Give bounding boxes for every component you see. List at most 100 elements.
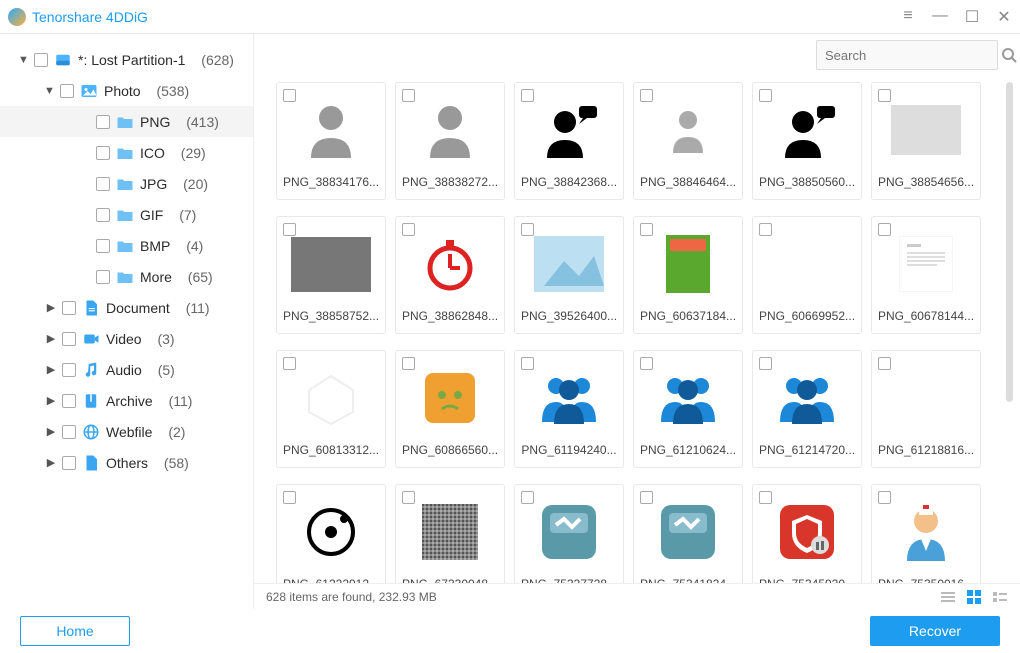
checkbox[interactable] (640, 223, 653, 236)
checkbox[interactable] (62, 425, 76, 439)
tree-category[interactable]: ▶Audio (5) (0, 354, 253, 385)
checkbox[interactable] (759, 223, 772, 236)
tree-category[interactable]: ▶Video (3) (0, 323, 253, 354)
maximize-icon[interactable]: ☐ (964, 7, 980, 27)
tree-category[interactable]: ▶Document (11) (0, 292, 253, 323)
checkbox[interactable] (283, 89, 296, 102)
detail-view-icon[interactable] (992, 589, 1008, 605)
file-tile[interactable]: PNG_60669952... (752, 216, 862, 334)
home-button[interactable]: Home (20, 616, 130, 646)
file-tile[interactable]: PNG_61222912... (276, 484, 386, 583)
checkbox[interactable] (521, 89, 534, 102)
file-tile[interactable]: PNG_60637184... (633, 216, 743, 334)
checkbox[interactable] (96, 146, 110, 160)
chevron-down-icon[interactable]: ▼ (44, 85, 54, 97)
scrollbar[interactable] (1006, 82, 1013, 402)
recover-button[interactable]: Recover (870, 616, 1000, 646)
file-tile[interactable]: PNG_39526400... (514, 216, 624, 334)
tree-category[interactable]: ▶Archive (11) (0, 385, 253, 416)
tree-root[interactable]: ▼*: Lost Partition-1 (628) (0, 44, 253, 75)
file-tile[interactable]: PNG_75345920... (752, 484, 862, 583)
checkbox[interactable] (521, 491, 534, 504)
checkbox[interactable] (96, 270, 110, 284)
tree-category[interactable]: ▶Others (58) (0, 447, 253, 478)
file-tile[interactable]: PNG_75337728... (514, 484, 624, 583)
close-icon[interactable]: ✕ (996, 7, 1012, 27)
checkbox[interactable] (402, 89, 415, 102)
file-tile[interactable]: PNG_61210624... (633, 350, 743, 468)
checkbox[interactable] (521, 357, 534, 370)
tree-category[interactable]: ▶Webfile (2) (0, 416, 253, 447)
file-tile[interactable]: PNG_60813312... (276, 350, 386, 468)
chevron-right-icon[interactable]: ▶ (46, 332, 56, 345)
checkbox[interactable] (402, 491, 415, 504)
checkbox[interactable] (759, 89, 772, 102)
checkbox[interactable] (283, 491, 296, 504)
file-tile[interactable]: PNG_38842368... (514, 82, 624, 200)
tree-filetype[interactable]: PNG (413) (0, 106, 253, 137)
tree-filetype[interactable]: ICO (29) (0, 137, 253, 168)
checkbox[interactable] (62, 394, 76, 408)
checkbox[interactable] (96, 239, 110, 253)
checkbox[interactable] (521, 223, 534, 236)
tree-filetype[interactable]: JPG (20) (0, 168, 253, 199)
file-tile[interactable]: PNG_75350016... (871, 484, 981, 583)
file-tile[interactable]: PNG_38858752... (276, 216, 386, 334)
menu-icon[interactable]: ≡ (900, 7, 916, 27)
file-name: PNG_38858752... (277, 309, 385, 323)
file-tile[interactable]: PNG_61218816... (871, 350, 981, 468)
checkbox[interactable] (96, 115, 110, 129)
grid-view-icon[interactable] (966, 589, 982, 605)
checkbox[interactable] (283, 357, 296, 370)
checkbox[interactable] (96, 208, 110, 222)
tree-photo[interactable]: ▼Photo (538) (0, 75, 253, 106)
file-tile[interactable]: PNG_38862848... (395, 216, 505, 334)
checkbox[interactable] (62, 301, 76, 315)
tree-count: (4) (186, 238, 203, 254)
tree-filetype[interactable]: BMP (4) (0, 230, 253, 261)
minimize-icon[interactable]: — (932, 7, 948, 27)
checkbox[interactable] (60, 84, 74, 98)
tree-filetype[interactable]: More (65) (0, 261, 253, 292)
checkbox[interactable] (283, 223, 296, 236)
file-tile[interactable]: PNG_60866560... (395, 350, 505, 468)
file-tile[interactable]: PNG_61214720... (752, 350, 862, 468)
checkbox[interactable] (759, 491, 772, 504)
chevron-right-icon[interactable]: ▶ (46, 301, 56, 314)
chevron-right-icon[interactable]: ▶ (46, 394, 56, 407)
file-tile[interactable]: PNG_75341824... (633, 484, 743, 583)
file-tile[interactable]: PNG_38838272... (395, 82, 505, 200)
checkbox[interactable] (640, 357, 653, 370)
checkbox[interactable] (878, 357, 891, 370)
list-view-icon[interactable] (940, 589, 956, 605)
file-tile[interactable]: PNG_67330048... (395, 484, 505, 583)
chevron-right-icon[interactable]: ▶ (46, 425, 56, 438)
titlebar: Tenorshare 4DDiG ≡ — ☐ ✕ (0, 0, 1020, 34)
checkbox[interactable] (34, 53, 48, 67)
checkbox[interactable] (62, 456, 76, 470)
checkbox[interactable] (878, 89, 891, 102)
checkbox[interactable] (878, 491, 891, 504)
chevron-down-icon[interactable]: ▼ (18, 54, 28, 66)
checkbox[interactable] (402, 357, 415, 370)
tree-label: Audio (106, 362, 142, 378)
file-tile[interactable]: PNG_38834176... (276, 82, 386, 200)
chevron-right-icon[interactable]: ▶ (46, 363, 56, 376)
checkbox[interactable] (759, 357, 772, 370)
checkbox[interactable] (640, 491, 653, 504)
file-tile[interactable]: PNG_38846464... (633, 82, 743, 200)
tree-filetype[interactable]: GIF (7) (0, 199, 253, 230)
chevron-right-icon[interactable]: ▶ (46, 456, 56, 469)
checkbox[interactable] (96, 177, 110, 191)
file-tile[interactable]: PNG_60678144... (871, 216, 981, 334)
checkbox[interactable] (402, 223, 415, 236)
file-tile[interactable]: PNG_38854656... (871, 82, 981, 200)
checkbox[interactable] (62, 332, 76, 346)
tree-label: *: Lost Partition-1 (78, 52, 185, 68)
checkbox[interactable] (62, 363, 76, 377)
tree-count: (58) (164, 455, 189, 471)
checkbox[interactable] (640, 89, 653, 102)
file-tile[interactable]: PNG_61194240... (514, 350, 624, 468)
checkbox[interactable] (878, 223, 891, 236)
file-tile[interactable]: PNG_38850560... (752, 82, 862, 200)
